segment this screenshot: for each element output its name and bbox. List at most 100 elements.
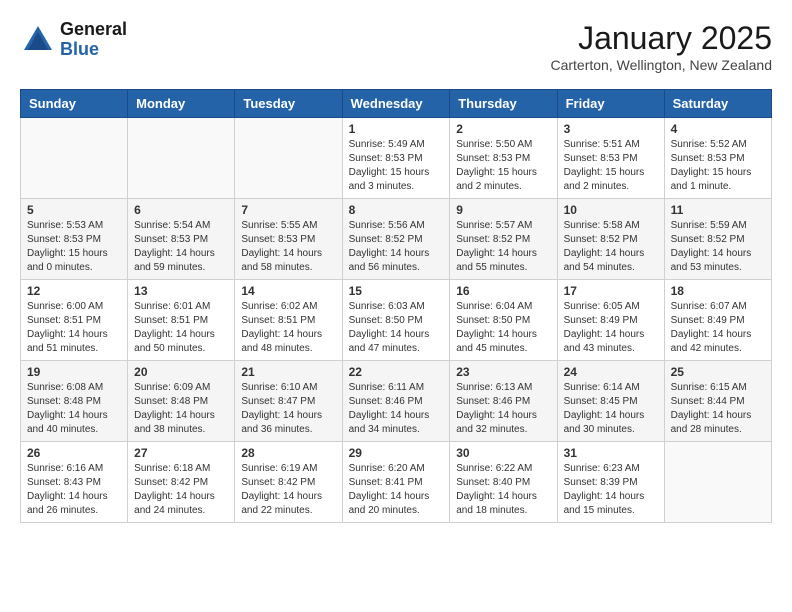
day-info: Sunrise: 5:59 AM Sunset: 8:52 PM Dayligh… (671, 219, 765, 275)
day-number: 31 (564, 446, 658, 460)
calendar-cell: 31 Sunrise: 6:23 AM Sunset: 8:39 PM Dayli… (557, 442, 664, 523)
calendar-cell: 26 Sunrise: 6:16 AM Sunset: 8:43 PM Dayli… (21, 442, 128, 523)
calendar-cell: 19 Sunrise: 6:08 AM Sunset: 8:48 PM Dayli… (21, 361, 128, 442)
calendar-cell: 22Sunrise: 6:11 AM Sunset: 8:46 PM Dayli… (342, 361, 450, 442)
day-number: 23 (456, 365, 550, 379)
calendar-cell (128, 118, 235, 199)
day-info: Sunrise: 5:54 AM Sunset: 8:53 PM Dayligh… (134, 219, 228, 275)
calendar-cell: 13 Sunrise: 6:01 AM Sunset: 8:51 PM Dayli… (128, 280, 235, 361)
day-info: Sunrise: 5:58 AM Sunset: 8:52 PM Dayligh… (564, 219, 658, 275)
month-title: January 2025 (550, 20, 772, 57)
day-info: Sunrise: 6:03 AM Sunset: 8:50 PM Dayligh… (349, 300, 444, 356)
day-info: Sunrise: 6:10 AM Sunset: 8:47 PM Dayligh… (241, 381, 335, 437)
calendar-cell: 4Sunrise: 5:52 AM Sunset: 8:53 PM Daylig… (664, 118, 771, 199)
logo-blue: Blue (60, 40, 127, 60)
day-info: Sunrise: 6:02 AM Sunset: 8:51 PM Dayligh… (241, 300, 335, 356)
day-info: Sunrise: 6:23 AM Sunset: 8:39 PM Dayligh… (564, 462, 658, 518)
logo-text: General Blue (60, 20, 127, 60)
calendar-cell (21, 118, 128, 199)
day-number: 8 (349, 203, 444, 217)
day-number: 28 (241, 446, 335, 460)
calendar-cell: 2Sunrise: 5:50 AM Sunset: 8:53 PM Daylig… (450, 118, 557, 199)
logo-general: General (60, 20, 127, 40)
calendar-day-header: Wednesday (342, 90, 450, 118)
calendar-day-header: Sunday (21, 90, 128, 118)
day-number: 13 (134, 284, 228, 298)
calendar-table: SundayMondayTuesdayWednesdayThursdayFrid… (20, 89, 772, 523)
day-number: 10 (564, 203, 658, 217)
calendar-cell: 11Sunrise: 5:59 AM Sunset: 8:52 PM Dayli… (664, 199, 771, 280)
calendar-cell: 28 Sunrise: 6:19 AM Sunset: 8:42 PM Dayli… (235, 442, 342, 523)
calendar-day-header: Tuesday (235, 90, 342, 118)
calendar-cell: 23 Sunrise: 6:13 AM Sunset: 8:46 PM Dayli… (450, 361, 557, 442)
day-number: 5 (27, 203, 121, 217)
logo: General Blue (20, 20, 127, 60)
day-info: Sunrise: 6:09 AM Sunset: 8:48 PM Dayligh… (134, 381, 228, 437)
calendar-cell: 15 Sunrise: 6:03 AM Sunset: 8:50 PM Dayli… (342, 280, 450, 361)
calendar-week-row: 26 Sunrise: 6:16 AM Sunset: 8:43 PM Dayli… (21, 442, 772, 523)
calendar-cell: 24 Sunrise: 6:14 AM Sunset: 8:45 PM Dayli… (557, 361, 664, 442)
day-info: Sunrise: 6:08 AM Sunset: 8:48 PM Dayligh… (27, 381, 121, 437)
calendar-week-row: 19 Sunrise: 6:08 AM Sunset: 8:48 PM Dayli… (21, 361, 772, 442)
day-number: 29 (349, 446, 444, 460)
logo-icon (20, 22, 56, 58)
day-info: Sunrise: 6:18 AM Sunset: 8:42 PM Dayligh… (134, 462, 228, 518)
day-number: 20 (134, 365, 228, 379)
location: Carterton, Wellington, New Zealand (550, 57, 772, 73)
day-number: 9 (456, 203, 550, 217)
calendar-cell: 25 Sunrise: 6:15 AM Sunset: 8:44 PM Dayli… (664, 361, 771, 442)
calendar-cell: 1Sunrise: 5:49 AM Sunset: 8:53 PM Daylig… (342, 118, 450, 199)
day-number: 25 (671, 365, 765, 379)
day-info: Sunrise: 6:13 AM Sunset: 8:46 PM Dayligh… (456, 381, 550, 437)
calendar-cell: 20 Sunrise: 6:09 AM Sunset: 8:48 PM Dayli… (128, 361, 235, 442)
calendar-day-header: Monday (128, 90, 235, 118)
calendar-cell: 6 Sunrise: 5:54 AM Sunset: 8:53 PM Daylig… (128, 199, 235, 280)
calendar-week-row: 5 Sunrise: 5:53 AM Sunset: 8:53 PM Daylig… (21, 199, 772, 280)
calendar-cell (664, 442, 771, 523)
day-number: 12 (27, 284, 121, 298)
day-number: 6 (134, 203, 228, 217)
day-number: 14 (241, 284, 335, 298)
day-info: Sunrise: 5:53 AM Sunset: 8:53 PM Dayligh… (27, 219, 121, 275)
day-number: 4 (671, 122, 765, 136)
calendar-cell: 5 Sunrise: 5:53 AM Sunset: 8:53 PM Daylig… (21, 199, 128, 280)
day-number: 26 (27, 446, 121, 460)
day-number: 16 (456, 284, 550, 298)
calendar-cell: 3Sunrise: 5:51 AM Sunset: 8:53 PM Daylig… (557, 118, 664, 199)
calendar-cell: 7Sunrise: 5:55 AM Sunset: 8:53 PM Daylig… (235, 199, 342, 280)
day-number: 24 (564, 365, 658, 379)
calendar-cell: 12Sunrise: 6:00 AM Sunset: 8:51 PM Dayli… (21, 280, 128, 361)
calendar-cell: 9 Sunrise: 5:57 AM Sunset: 8:52 PM Daylig… (450, 199, 557, 280)
day-info: Sunrise: 6:01 AM Sunset: 8:51 PM Dayligh… (134, 300, 228, 356)
day-number: 15 (349, 284, 444, 298)
day-info: Sunrise: 5:57 AM Sunset: 8:52 PM Dayligh… (456, 219, 550, 275)
day-info: Sunrise: 6:04 AM Sunset: 8:50 PM Dayligh… (456, 300, 550, 356)
day-info: Sunrise: 6:19 AM Sunset: 8:42 PM Dayligh… (241, 462, 335, 518)
day-number: 19 (27, 365, 121, 379)
day-info: Sunrise: 6:05 AM Sunset: 8:49 PM Dayligh… (564, 300, 658, 356)
calendar-cell: 10 Sunrise: 5:58 AM Sunset: 8:52 PM Dayli… (557, 199, 664, 280)
calendar-week-row: 12Sunrise: 6:00 AM Sunset: 8:51 PM Dayli… (21, 280, 772, 361)
calendar-cell: 18Sunrise: 6:07 AM Sunset: 8:49 PM Dayli… (664, 280, 771, 361)
day-info: Sunrise: 5:49 AM Sunset: 8:53 PM Dayligh… (349, 138, 444, 194)
day-info: Sunrise: 6:14 AM Sunset: 8:45 PM Dayligh… (564, 381, 658, 437)
day-info: Sunrise: 6:22 AM Sunset: 8:40 PM Dayligh… (456, 462, 550, 518)
day-info: Sunrise: 6:11 AM Sunset: 8:46 PM Dayligh… (349, 381, 444, 437)
page-header: General Blue January 2025 Carterton, Wel… (20, 20, 772, 73)
calendar-week-row: 1Sunrise: 5:49 AM Sunset: 8:53 PM Daylig… (21, 118, 772, 199)
day-info: Sunrise: 6:15 AM Sunset: 8:44 PM Dayligh… (671, 381, 765, 437)
calendar-day-header: Friday (557, 90, 664, 118)
calendar-cell (235, 118, 342, 199)
day-info: Sunrise: 6:16 AM Sunset: 8:43 PM Dayligh… (27, 462, 121, 518)
calendar-cell: 14 Sunrise: 6:02 AM Sunset: 8:51 PM Dayli… (235, 280, 342, 361)
calendar-cell: 30Sunrise: 6:22 AM Sunset: 8:40 PM Dayli… (450, 442, 557, 523)
title-block: January 2025 Carterton, Wellington, New … (550, 20, 772, 73)
day-number: 17 (564, 284, 658, 298)
calendar-cell: 17 Sunrise: 6:05 AM Sunset: 8:49 PM Dayli… (557, 280, 664, 361)
day-info: Sunrise: 6:07 AM Sunset: 8:49 PM Dayligh… (671, 300, 765, 356)
calendar-cell: 8 Sunrise: 5:56 AM Sunset: 8:52 PM Daylig… (342, 199, 450, 280)
day-number: 2 (456, 122, 550, 136)
day-info: Sunrise: 5:56 AM Sunset: 8:52 PM Dayligh… (349, 219, 444, 275)
calendar-day-header: Thursday (450, 90, 557, 118)
day-number: 27 (134, 446, 228, 460)
